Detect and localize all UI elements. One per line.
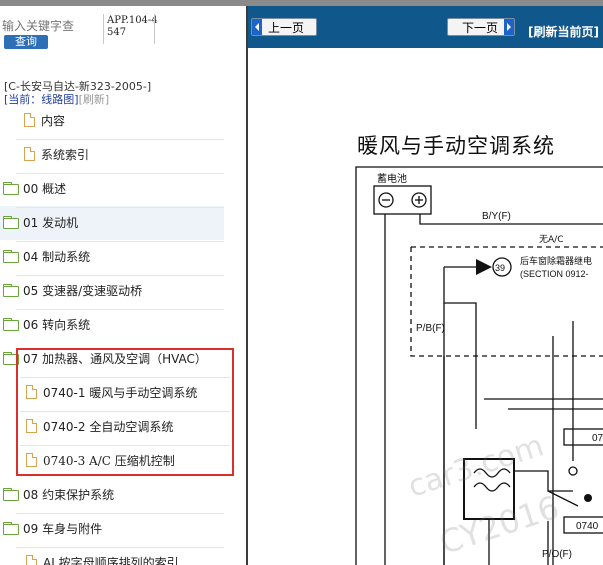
document-icon	[24, 147, 35, 161]
document-icon	[24, 113, 35, 127]
tree-item-09[interactable]: 09 车身与附件	[3, 513, 102, 543]
tree-item-01[interactable]: 01 发动机	[3, 207, 78, 237]
query-button[interactable]: 查询	[4, 35, 48, 49]
tree-item-alpha-index[interactable]: AI 按字母顺序排列的索引	[26, 547, 179, 565]
tree-item-08[interactable]: 08 约束保护系统	[3, 479, 114, 509]
no-ac-label: 无A/C	[539, 234, 563, 245]
relay-box-label-2: 0740	[576, 521, 599, 532]
document-title: 暖风与手动空调系统	[357, 134, 555, 158]
arrow-left-icon	[252, 19, 262, 35]
next-page-button[interactable]: 下一页	[447, 18, 515, 36]
folder-icon	[3, 284, 19, 297]
folder-icon	[3, 318, 19, 331]
folder-icon	[3, 522, 19, 535]
po-wire-label: P/O(F)	[542, 549, 572, 560]
folder-icon	[3, 216, 19, 229]
highlight-box	[16, 348, 234, 476]
refresh-page-link[interactable]: [刷新当前页]	[528, 23, 599, 40]
pb-wire-label: P/B(F)	[416, 323, 445, 334]
prev-page-button[interactable]: 上一页	[251, 18, 317, 36]
folder-icon	[3, 250, 19, 263]
refresh-link[interactable]: [刷新]	[79, 93, 110, 106]
header-divider-2	[154, 14, 155, 44]
tree-item-00[interactable]: 00 概述	[3, 173, 66, 203]
relay-box-label-1: 07	[592, 433, 603, 444]
document-icon	[26, 555, 37, 565]
tree-item-05[interactable]: 05 变速器/变速驱动桥	[3, 275, 142, 305]
tree-item-04[interactable]: 04 制动系统	[3, 241, 90, 271]
document-pane: 上一页 下一页 [刷新当前页] 暖风与手动空调系统 蓄电池 B/Y(F) 无A/…	[248, 6, 603, 565]
arrow-right-icon	[504, 19, 514, 35]
connector-number: 39	[495, 263, 505, 273]
header-divider	[103, 14, 104, 44]
tree-item-contents[interactable]: 内容	[24, 105, 65, 135]
relay-reference: (SECTION 0912-	[520, 269, 589, 279]
folder-icon	[3, 182, 19, 195]
relay-label: 后车窗除霜器继电	[520, 255, 592, 267]
document-toolbar: 上一页 下一页 [刷新当前页]	[248, 6, 603, 48]
app-code: APP.104-4547	[107, 15, 158, 38]
tree-item-system-index[interactable]: 系统索引	[24, 139, 89, 169]
battery-label: 蓄电池	[377, 172, 407, 185]
battery-wire-label: B/Y(F)	[482, 211, 511, 222]
navigation-pane: 查询 APP.104-4547 [C-长安马自达-新323-2005-] [当前…	[0, 6, 246, 565]
search-input[interactable]	[2, 16, 102, 36]
tree-item-06[interactable]: 06 转向系统	[3, 309, 90, 339]
folder-icon	[3, 488, 19, 501]
